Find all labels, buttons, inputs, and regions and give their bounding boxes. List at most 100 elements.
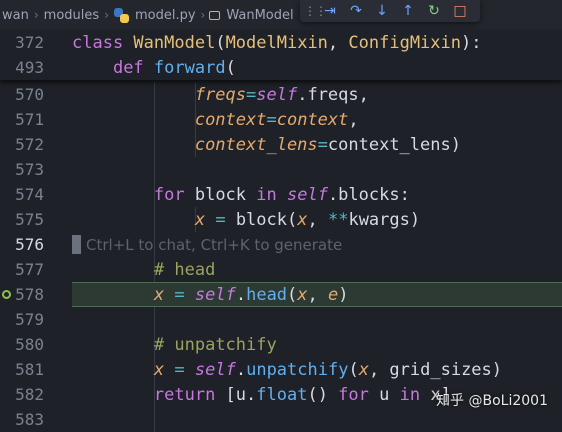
line-number: 571	[15, 110, 44, 129]
python-file-icon	[113, 7, 129, 23]
code-token: ModelMixin	[225, 32, 328, 53]
code-token: x	[297, 284, 308, 305]
step-into-icon[interactable]: ↓	[372, 1, 392, 21]
code-token: e	[328, 284, 339, 305]
code-line[interactable]: 583	[0, 407, 562, 432]
breadcrumb-item-wan[interactable]: wan	[0, 8, 31, 23]
code-line[interactable]: 493 def forward(	[0, 55, 562, 80]
code-line[interactable]: 575 x = block(x, **kwargs)	[0, 207, 562, 232]
breadcrumb-separator: ›	[104, 8, 109, 22]
code-token: for	[153, 184, 195, 205]
code-token: .	[235, 359, 247, 380]
code-line[interactable]: 571 context=context,	[0, 107, 562, 132]
line-number: 579	[15, 310, 44, 329]
code-token: ,	[307, 284, 329, 305]
code-token: in	[399, 384, 431, 405]
code-token: block	[194, 184, 257, 205]
code-token: .	[235, 284, 247, 305]
code-token: =	[174, 359, 185, 380]
line-number: 577	[15, 260, 44, 279]
code-token: context	[276, 109, 349, 130]
line-number: 572	[15, 135, 44, 154]
code-token: float	[256, 384, 308, 405]
code-line[interactable]: 579	[0, 307, 562, 332]
code-token: forward	[153, 57, 226, 78]
code-line[interactable]: 573	[0, 157, 562, 182]
code-token: # head	[153, 259, 216, 280]
code-line[interactable]: 580 # unpatchify	[0, 332, 562, 357]
breadcrumb-item-class[interactable]: WanModel	[224, 8, 295, 23]
code-text: # head	[72, 260, 215, 280]
code-token: (	[225, 57, 236, 78]
step-out-icon[interactable]: ↑	[398, 1, 418, 21]
code-token: class	[72, 32, 134, 53]
code-token: )	[338, 284, 349, 305]
code-token: x	[153, 284, 165, 305]
breadcrumb-item-modules[interactable]: modules	[42, 8, 102, 23]
code-token: x	[194, 209, 206, 230]
text-cursor	[72, 235, 81, 254]
line-number: 576	[15, 235, 44, 254]
code-token: WanModel	[133, 32, 216, 53]
code-token: for	[338, 384, 380, 405]
debug-toolbar: ⋮⋮ ⇥ ↷ ↓ ↑ ↻ □	[300, 0, 480, 22]
code-token: ,	[307, 209, 328, 230]
code-token: ConfigMixin	[348, 32, 461, 53]
stop-icon[interactable]: □	[450, 1, 470, 21]
code-token: kwargs)	[348, 209, 421, 230]
line-number: 582	[15, 385, 44, 404]
continue-icon[interactable]: ⇥	[320, 1, 340, 21]
breadcrumb-item-file[interactable]: model.py	[133, 8, 198, 23]
code-token: # unpatchify	[153, 334, 277, 355]
code-text: x = block(x, **kwargs)	[72, 210, 420, 230]
code-text: # unpatchify	[72, 335, 277, 355]
code-line[interactable]: 578 x = self.head(x, e)	[0, 282, 562, 307]
line-number: 581	[15, 360, 44, 379]
inline-ai-hint: Ctrl+L to chat, Ctrl+K to generate	[86, 235, 343, 254]
code-token: =	[317, 134, 328, 155]
line-number: 575	[15, 210, 44, 229]
code-token: =	[266, 109, 277, 130]
code-line[interactable]: 572 context_lens=context_lens)	[0, 132, 562, 157]
code-token: def	[112, 57, 154, 78]
code-line[interactable]: 570 freqs=self.freqs,	[0, 82, 562, 107]
code-token: return	[153, 384, 226, 405]
code-token: context	[194, 109, 267, 130]
code-token: x	[297, 209, 308, 230]
code-token: [u.	[225, 384, 257, 405]
code-line[interactable]: 372 class WanModel(ModelMixin, ConfigMixi…	[0, 30, 562, 55]
step-over-icon[interactable]: ↷	[346, 1, 366, 21]
code-token: unpatchify	[246, 359, 349, 380]
code-text: return [u.float() for u in x]	[72, 385, 451, 405]
code-token: ):	[461, 32, 482, 53]
code-token: , grid_sizes)	[368, 359, 503, 380]
code-token: head	[246, 284, 288, 305]
code-text: context=context,	[72, 110, 359, 130]
code-token: in	[256, 184, 287, 205]
line-number: 573	[15, 160, 44, 179]
code-token: block(	[225, 209, 298, 230]
drag-grip-icon[interactable]: ⋮⋮	[304, 4, 327, 18]
code-line[interactable]: 577 # head	[0, 257, 562, 282]
code-token: ,	[327, 32, 349, 53]
code-token: =	[215, 209, 226, 230]
code-text: x = self.unpatchify(x, grid_sizes)	[72, 360, 502, 380]
breadcrumb-separator: ›	[200, 8, 206, 22]
restart-icon[interactable]: ↻	[424, 1, 444, 21]
code-text: for block in self.blocks:	[72, 185, 410, 205]
code-line[interactable]: 576 Ctrl+L to chat, Ctrl+K to generate	[0, 232, 562, 257]
code-line[interactable]: 581 x = self.unpatchify(x, grid_sizes)	[0, 357, 562, 382]
code-line[interactable]: 574 for block in self.blocks:	[0, 182, 562, 207]
